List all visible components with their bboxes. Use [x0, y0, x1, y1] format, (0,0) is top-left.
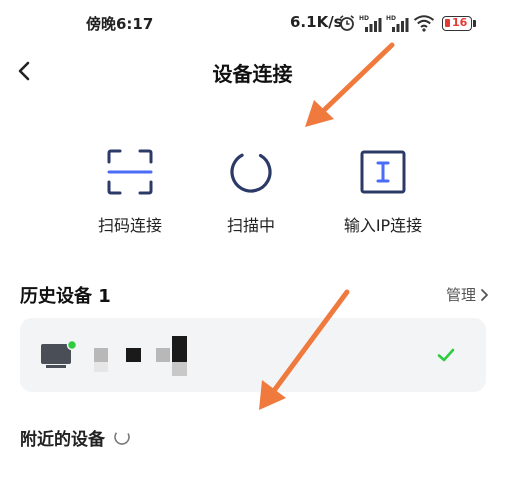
alarm-icon — [339, 15, 355, 31]
hd-signal-icon: HD — [359, 15, 382, 32]
scanning-option[interactable]: 扫描中 — [181, 148, 321, 238]
tv-icon — [41, 340, 78, 368]
manage-link[interactable]: 管理 — [446, 284, 490, 305]
loading-spinner-icon — [230, 151, 272, 193]
status-bar: 傍晚6:17 6.1K/s HD HD 16 — [0, 0, 505, 44]
chevron-right-icon — [481, 288, 488, 301]
loading-spinner-icon — [114, 429, 130, 445]
scan-icon — [107, 149, 153, 195]
text-input-icon — [360, 150, 406, 194]
history-devices-title: 历史设备 1 — [20, 286, 111, 307]
nav-bar: 设备连接 — [0, 48, 505, 96]
page-title: 设备连接 — [212, 62, 293, 86]
history-devices-header: 历史设备 1 管理 — [20, 282, 490, 308]
scan-code-connect-option[interactable]: 扫码连接 — [60, 148, 200, 238]
hd-signal-icon: HD — [386, 15, 409, 32]
input-ip-connect-label: 输入IP连接 — [343, 216, 423, 235]
svg-text:HD: HD — [386, 15, 396, 22]
device-name-pixelated — [94, 336, 187, 376]
nearby-devices-title: 附近的设备 — [20, 429, 105, 450]
nearby-devices-header: 附近的设备 — [20, 424, 131, 450]
wifi-icon — [413, 15, 435, 32]
battery-level: 16 — [452, 16, 468, 29]
scan-code-connect-label: 扫码连接 — [97, 216, 162, 235]
status-icons: HD HD — [338, 12, 435, 34]
history-device-card[interactable] — [20, 318, 486, 392]
scanning-label: 扫描中 — [226, 216, 275, 235]
battery-cap — [473, 20, 476, 27]
svg-text:HD: HD — [359, 15, 369, 22]
battery-icon: 16 — [442, 16, 472, 31]
status-time: 傍晚6:17 — [86, 15, 154, 33]
input-ip-connect-option[interactable]: 输入IP连接 — [313, 148, 453, 238]
manage-label: 管理 — [445, 286, 476, 304]
check-icon — [437, 348, 455, 362]
network-speed: 6.1K/s — [290, 13, 343, 31]
